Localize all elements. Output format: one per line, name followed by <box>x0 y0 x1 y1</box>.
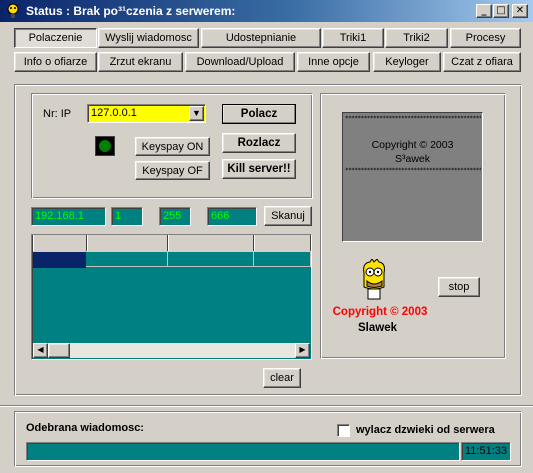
grid-cell[interactable] <box>86 251 168 267</box>
received-message-label: Odebrana wiadomosc: <box>26 422 144 434</box>
keyspay-off-button[interactable]: Keyspay OF <box>135 161 210 180</box>
received-message-field[interactable] <box>26 442 460 461</box>
scan-to-field[interactable]: 255 <box>159 207 191 226</box>
tab-inne-opcje[interactable]: Inne opcje <box>297 52 370 72</box>
keyspay-on-button[interactable]: Keyspay ON <box>135 137 210 156</box>
about-screen: ****************************************… <box>342 112 483 242</box>
copyright-text: Copyright © 2003 <box>332 306 428 318</box>
maximize-button[interactable]: □ <box>493 4 509 18</box>
clear-button[interactable]: clear <box>263 368 301 388</box>
time-display: 11:51:33 <box>461 442 511 461</box>
title-bar[interactable]: Status : Brak po³¹czenia z serwerem: _ □… <box>0 0 533 22</box>
ip-combobox[interactable]: 127.0.0.1 ▼ <box>87 104 206 123</box>
mascot-icon <box>363 259 385 300</box>
tab-wyslij-wiadomosc[interactable]: Wyslij wiadomosc <box>98 28 199 48</box>
grid-header-cell[interactable] <box>168 235 254 251</box>
tab-procesy[interactable]: Procesy <box>450 28 521 48</box>
disconnect-button[interactable]: Rozlacz <box>222 133 296 153</box>
screen-author: S³awek <box>394 153 430 165</box>
tab-info-o-ofiarze[interactable]: Info o ofiarze <box>14 52 97 72</box>
connect-button[interactable]: Polacz <box>222 104 296 124</box>
connection-led-icon <box>95 136 115 156</box>
tab-polaczenie[interactable]: Polaczenie <box>14 28 97 48</box>
mute-checkbox[interactable] <box>337 424 350 437</box>
tab-download-upload[interactable]: Download/Upload <box>185 52 295 72</box>
tab-keyloger[interactable]: Keyloger <box>373 52 441 72</box>
grid-header-cell[interactable] <box>33 235 87 251</box>
grid-selected-cell[interactable] <box>33 252 86 268</box>
grid-cell[interactable] <box>254 251 311 267</box>
tab-udostepnianie[interactable]: Udostepnianie <box>201 28 321 48</box>
divider <box>0 406 533 407</box>
scan-port-field[interactable]: 666 <box>207 207 257 226</box>
chevron-down-icon[interactable]: ▼ <box>189 106 204 121</box>
tab-czat-z-ofiara[interactable]: Czat z ofiara <box>443 52 521 72</box>
close-button[interactable]: ✕ <box>512 4 528 18</box>
author-text: Slawek <box>358 322 397 334</box>
horizontal-scrollbar[interactable]: ◀ ▶ <box>33 343 310 358</box>
scroll-thumb[interactable] <box>48 343 70 358</box>
scan-button[interactable]: Skanuj <box>264 206 312 226</box>
tab-triki1[interactable]: Triki1 <box>322 28 384 48</box>
stars-bottom: ****************************************… <box>345 167 481 174</box>
grid-header-cell[interactable] <box>87 235 168 251</box>
grid-header-cell[interactable] <box>254 235 311 251</box>
scroll-right-icon[interactable]: ▶ <box>295 343 310 358</box>
scan-from-field[interactable]: 1 <box>111 207 143 226</box>
kill-server-button[interactable]: Kill server!! <box>222 159 296 179</box>
ip-value: 127.0.0.1 <box>91 107 137 119</box>
ip-label: Nr: IP <box>43 108 72 120</box>
grid-cell[interactable] <box>168 251 254 267</box>
minimize-button[interactable]: _ <box>476 4 492 18</box>
scan-base-ip-field[interactable]: 192.168.1 <box>31 207 106 226</box>
mute-checkbox-label: wylacz dzwieki od serwera <box>356 424 495 436</box>
tab-zrzut-ekranu[interactable]: Zrzut ekranu <box>98 52 183 72</box>
results-grid[interactable]: ◀ ▶ <box>31 234 312 360</box>
window-title: Status : Brak po³¹czenia z serwerem: <box>26 4 236 18</box>
stop-button[interactable]: stop <box>438 277 480 297</box>
app-icon <box>7 3 19 18</box>
screen-copyright: Copyright © 2003 <box>371 139 454 151</box>
tab-triki2[interactable]: Triki2 <box>385 28 448 48</box>
scroll-left-icon[interactable]: ◀ <box>33 343 48 358</box>
stars-top: ****************************************… <box>345 115 481 122</box>
